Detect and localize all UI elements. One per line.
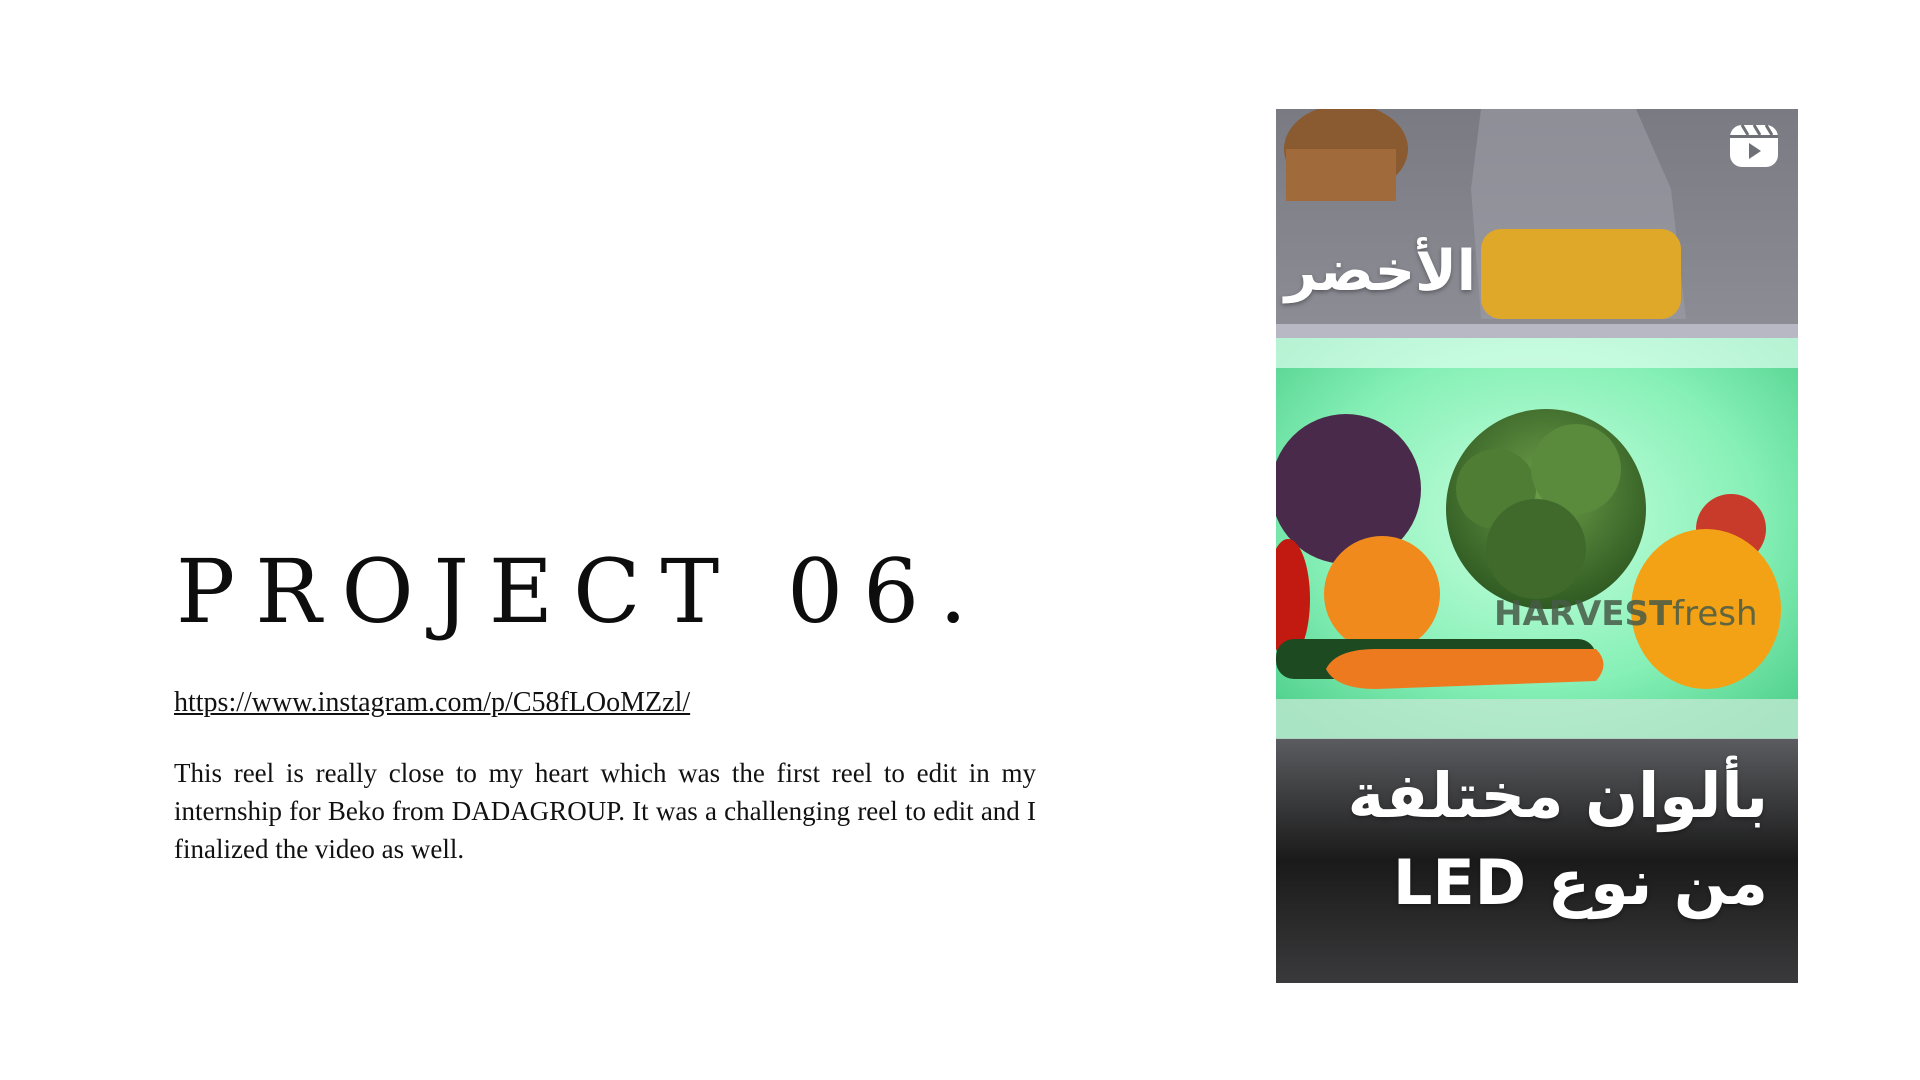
overlay-caption-top: الأخضر xyxy=(1284,239,1476,304)
instagram-link[interactable]: https://www.instagram.com/p/C58fLOoMZzl/ xyxy=(174,687,690,719)
overlay-caption-line1: بألوان مختلفة xyxy=(1347,759,1768,832)
reels-icon xyxy=(1730,124,1778,167)
overlay-caption-line2: من نوع LED xyxy=(1392,846,1768,919)
brand-watermark: HARVESTfresh xyxy=(1494,594,1758,634)
project-description: This reel is really close to my heart wh… xyxy=(174,758,1036,864)
project-title: PROJECT 06. xyxy=(176,540,988,643)
reel-thumbnail[interactable]: HARVESTfresh الأخضر بألوان مختلفة من نوع… xyxy=(1276,109,1798,983)
